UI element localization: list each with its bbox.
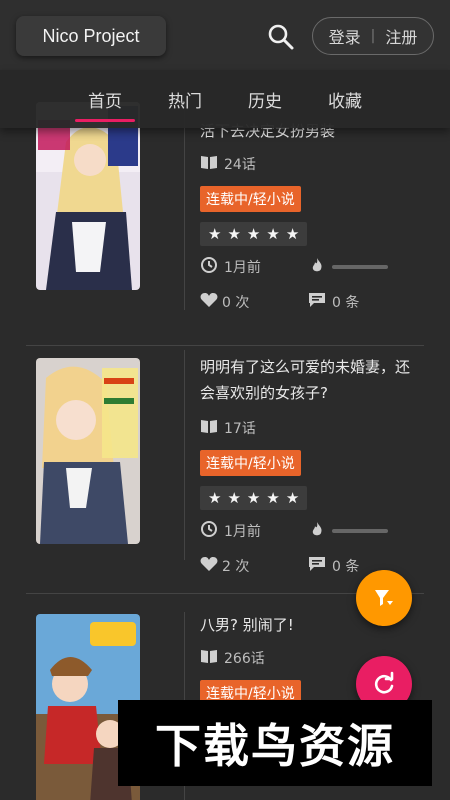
update-row: 1月前: [200, 520, 420, 542]
search-button[interactable]: [264, 20, 298, 54]
rating-stars: ★ ★ ★ ★ ★: [200, 486, 308, 510]
tab-hot[interactable]: 热门: [145, 70, 225, 128]
tab-favorites[interactable]: 收藏: [305, 70, 385, 128]
like-count: 2 次: [222, 559, 250, 575]
book-icon: [200, 648, 218, 668]
login-link[interactable]: 登录: [329, 24, 361, 48]
list-item[interactable]: 活下去决定女扮男装 24话 连载中/轻小说 ★ ★ ★ ★ ★ 1月前 0 次 …: [26, 96, 424, 346]
stats-row: 0 次 0 条: [200, 292, 420, 312]
star-icon: ★: [227, 489, 241, 507]
update-time: 1月前: [224, 524, 261, 540]
item-info: 明明有了这么可爱的未婚妻，还会喜欢别的女孩子? 17话 连载中/轻小说 ★ ★ …: [200, 354, 420, 576]
like-count: 0 次: [222, 295, 250, 311]
status-tag: 连载中/轻小说: [200, 450, 301, 476]
star-icon: ★: [285, 489, 300, 507]
watermark-banner: 下载鸟资源: [118, 700, 432, 786]
star-icon: ★: [227, 225, 241, 243]
item-title: 明明有了这么可爱的未婚妻，还会喜欢别的女孩子?: [200, 358, 411, 402]
book-icon: [200, 418, 218, 438]
register-link[interactable]: 注册: [385, 24, 417, 48]
star-icon: ★: [246, 225, 261, 243]
history-icon: [200, 256, 218, 278]
comment-count: 0 条: [332, 295, 360, 311]
star-icon: ★: [266, 489, 280, 507]
history-icon: [200, 520, 218, 542]
heart-icon: [200, 292, 218, 312]
filter-fab[interactable]: [356, 570, 412, 626]
filter-icon: [375, 590, 393, 606]
comment-icon: [308, 556, 326, 576]
star-icon: ★: [208, 225, 222, 243]
main-tabs: 首页 热门 历史 收藏: [0, 70, 450, 128]
watermark-text: 下载鸟资源: [155, 719, 395, 773]
top-app-bar: Nico Project 登录 | 注册: [0, 0, 450, 70]
star-icon: ★: [246, 489, 261, 507]
chapter-count: 17话: [224, 421, 256, 437]
star-icon: ★: [208, 489, 222, 507]
auth-pill: 登录 | 注册: [312, 17, 434, 55]
list-item[interactable]: 明明有了这么可爱的未婚妻，还会喜欢别的女孩子? 17话 连载中/轻小说 ★ ★ …: [26, 336, 424, 594]
chapter-count: 266话: [224, 651, 265, 667]
star-icon: ★: [285, 225, 300, 243]
popularity-bar: [332, 265, 388, 269]
update-row: 1月前: [200, 256, 420, 278]
refresh-icon: [374, 671, 394, 694]
chapter-row: 24话: [200, 154, 420, 174]
fire-icon: [310, 521, 324, 541]
popularity-bar: [332, 529, 388, 533]
auth-separator: |: [370, 28, 376, 44]
status-tag: 连载中/轻小说: [200, 186, 301, 212]
comment-count: 0 条: [332, 559, 360, 575]
chapter-count: 24话: [224, 157, 256, 173]
cover-image[interactable]: [36, 358, 140, 544]
tab-history[interactable]: 历史: [225, 70, 305, 128]
tab-home[interactable]: 首页: [65, 70, 145, 128]
book-icon: [200, 154, 218, 174]
cover-image[interactable]: [36, 102, 140, 290]
item-info: 活下去决定女扮男装 24话 连载中/轻小说 ★ ★ ★ ★ ★ 1月前 0 次 …: [200, 120, 420, 312]
fire-icon: [310, 257, 324, 277]
update-time: 1月前: [224, 260, 261, 276]
app-brand-button[interactable]: Nico Project: [16, 16, 166, 56]
rating-stars: ★ ★ ★ ★ ★: [200, 222, 308, 246]
star-icon: ★: [266, 225, 280, 243]
search-icon: [268, 24, 294, 50]
divider: [184, 110, 185, 310]
chapter-row: 17话: [200, 418, 420, 438]
heart-icon: [200, 556, 218, 576]
divider: [184, 350, 185, 560]
comment-icon: [308, 292, 326, 312]
